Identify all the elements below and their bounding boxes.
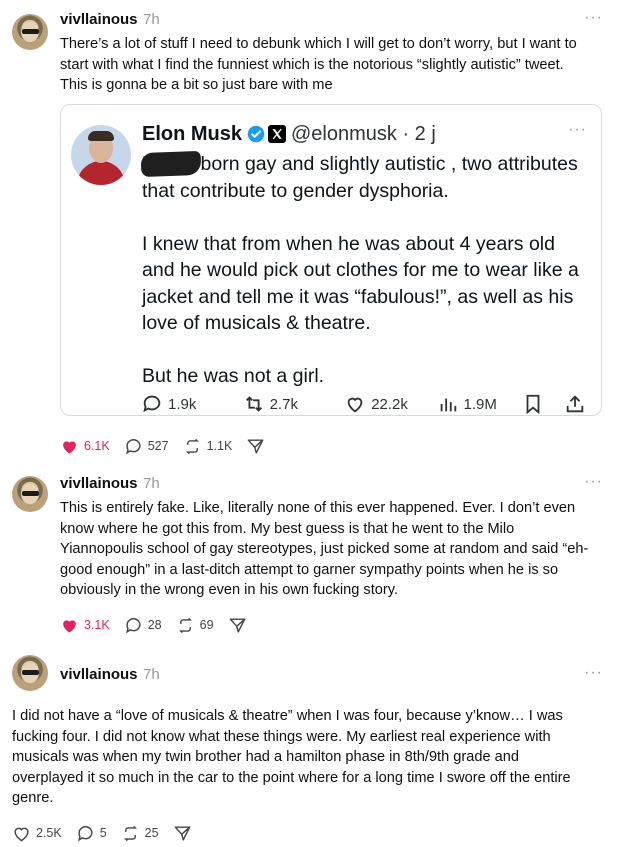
timestamp: 7h	[143, 475, 160, 492]
heart-icon	[63, 619, 76, 633]
text-line: I did not have a “love of musicals & the…	[12, 708, 563, 724]
embedded-tweet-image[interactable]: Elon Musk @elonmusk · 2 j ··· X was born…	[60, 104, 602, 416]
post-action-bar: 2.5K 5 25	[12, 822, 211, 844]
comment-icon	[143, 395, 161, 413]
bookmark-icon	[522, 393, 564, 415]
verified-icon	[247, 125, 265, 143]
embed-handle: @elonmusk · 2 j	[291, 123, 436, 145]
post-text: I did not have a “love of musicals & the…	[12, 706, 617, 809]
reply-count: 28	[147, 618, 162, 632]
more-icon: ···	[568, 121, 587, 138]
text-line: Yiannopoulis school of gay stereotypes, …	[60, 541, 589, 558]
comment-icon	[125, 438, 141, 454]
text-line: good enough” in a last-ditch attempt to …	[60, 561, 559, 578]
reply-button[interactable]: 527	[124, 437, 169, 456]
text-line: start with what I find the funniest whic…	[60, 56, 564, 73]
repost-button[interactable]: 25	[121, 824, 159, 843]
like-button[interactable]: 6.1K	[60, 437, 110, 456]
like-button[interactable]: 3.1K	[60, 616, 110, 635]
text-line: overplayed it so much in the car to the …	[12, 769, 571, 786]
embed-paragraph: I knew that from when he was about 4 yea…	[142, 232, 579, 335]
text-line: There’s a lot of stuff I need to debunk …	[60, 36, 577, 52]
username[interactable]: vivllainous	[60, 666, 138, 683]
like-count: 3.1K	[84, 618, 110, 632]
avatar[interactable]	[12, 655, 48, 691]
views-icon	[440, 398, 456, 412]
like-count: 6.1K	[84, 439, 110, 453]
text-line: fucking four. I did not know what these …	[12, 728, 551, 745]
embed-views-count: 1.9M	[463, 395, 497, 413]
more-icon[interactable]: ···	[584, 9, 603, 27]
text-line: musicals was when my twin brother had a …	[12, 749, 520, 766]
like-count: 2.5K	[36, 826, 62, 840]
repost-count: 1.1K	[206, 439, 233, 453]
embed-paragraph: X was born gay and slightly autistic , t…	[142, 153, 578, 202]
x-logo-icon	[268, 125, 286, 143]
repost-count: 69	[199, 618, 214, 632]
more-icon[interactable]: ···	[584, 473, 603, 491]
reply-count: 527	[147, 439, 169, 453]
repost-icon	[123, 825, 137, 841]
avatar[interactable]	[12, 476, 48, 512]
repost-button[interactable]: 1.1K	[183, 437, 233, 456]
embed-reposts-count: 2.7k	[269, 395, 298, 413]
post-3: vivllainous 7h ··· I did not have a “lov…	[0, 645, 626, 847]
heart-icon	[347, 397, 363, 413]
like-button[interactable]: 2.5K	[12, 824, 62, 843]
share-icon	[247, 438, 264, 454]
avatar[interactable]	[12, 14, 48, 50]
embed-author-name: Elon Musk	[142, 123, 243, 145]
repost-icon	[245, 396, 262, 412]
text-line: This is entirely fake. Like, literally n…	[60, 500, 576, 516]
post-text: There’s a lot of stuff I need to debunk …	[60, 34, 615, 96]
username[interactable]: vivllainous	[60, 475, 138, 492]
upload-icon	[564, 393, 591, 415]
username[interactable]: vivllainous	[60, 11, 138, 28]
embed-avatar	[71, 125, 131, 185]
post-text: This is entirely fake. Like, literally n…	[60, 498, 615, 601]
heart-icon	[14, 827, 29, 841]
share-button[interactable]	[246, 437, 270, 456]
repost-icon	[178, 617, 192, 633]
post-2: vivllainous 7h ··· This is entirely fake…	[0, 462, 626, 645]
text-line: genre.	[12, 790, 54, 807]
text-line: know where he got this from. My best gue…	[60, 520, 515, 537]
share-icon	[174, 825, 190, 841]
timestamp: 7h	[143, 666, 160, 683]
comment-icon	[77, 825, 93, 841]
embed-text: X was born gay and slightly autistic , t…	[142, 151, 592, 415]
repost-count: 25	[144, 826, 159, 840]
text-line: This is gonna be a bit so just bare with…	[60, 77, 333, 94]
embed-views: 1.9M	[437, 393, 522, 415]
timestamp: 7h	[143, 11, 160, 28]
embed-paragraph: But he was not a girl.	[142, 365, 325, 387]
reply-button[interactable]: 5	[76, 824, 107, 843]
embed-likes-count: 22.2k	[371, 395, 408, 413]
comment-icon	[125, 617, 141, 633]
redaction-scribble	[140, 150, 202, 178]
share-icon	[229, 617, 245, 633]
embed-replies: 1.9k	[141, 393, 243, 415]
post-action-bar: 3.1K 28 69	[60, 614, 266, 636]
share-button[interactable]	[228, 616, 252, 635]
reply-button[interactable]: 28	[124, 616, 162, 635]
reply-count: 5	[99, 826, 107, 840]
repost-button[interactable]: 69	[176, 616, 214, 635]
repost-icon	[185, 438, 199, 454]
more-icon[interactable]: ···	[584, 664, 603, 682]
post-action-bar: 6.1K 527 1.1K	[60, 435, 284, 457]
share-button[interactable]	[173, 824, 197, 843]
post-1: vivllainous 7h ··· There’s a lot of stuf…	[0, 0, 626, 462]
embed-reposts: 2.7k	[243, 393, 345, 415]
heart-icon	[63, 440, 76, 454]
embed-replies-count: 1.9k	[168, 395, 197, 413]
text-line: obviously in the wrong even in his own f…	[60, 582, 398, 599]
embed-action-bar: 1.9k 2.7k 22.2k 1.9M	[141, 393, 591, 415]
embed-likes: 22.2k	[344, 393, 436, 415]
